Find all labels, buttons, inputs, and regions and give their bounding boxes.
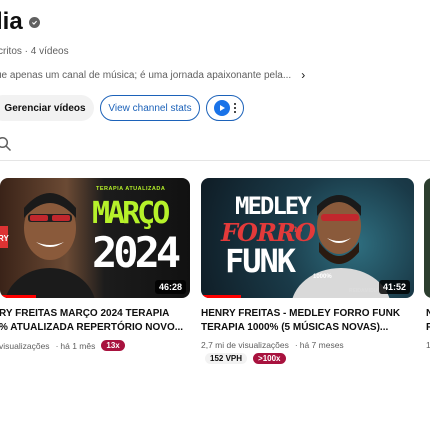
video-thumbnail[interactable]: MEDLEY FORRO hs FUNK 1000% REIDAMIDIA.OP… (201, 178, 414, 298)
thumbnail-month: MARÇO (92, 196, 170, 231)
video-title-line: % ATUALIZADA REPERTÓRIO NOVO... (0, 322, 184, 333)
video-meta: 1 (426, 340, 430, 350)
thumbnail-small: 1000% (313, 274, 332, 280)
vph-badge: 152 VPH (205, 353, 248, 364)
video-title-line: R (426, 322, 430, 333)
outlier-badge: 13x (101, 340, 125, 351)
channel-title: lia (0, 8, 23, 35)
video-thumbnail[interactable] (424, 178, 430, 298)
watch-progress-bar (0, 295, 36, 298)
video-stats: 152 VPH >100x (205, 353, 286, 364)
video-title[interactable]: N R (426, 307, 430, 335)
verified-check-icon (28, 16, 40, 28)
video-age: há 7 meses (299, 340, 344, 350)
video-title-line: N (426, 308, 430, 319)
video-meta: 2,7 mi de visualizações · há 7 meses (201, 340, 344, 350)
search-icon[interactable] (0, 136, 12, 152)
video-title-line: RY FREITAS MARÇO 2024 TERAPIA (0, 308, 170, 319)
video-duration: 41:52 (378, 280, 410, 294)
channel-actions: Gerenciar vídeos View channel stats (0, 95, 244, 121)
more-vert-icon (234, 103, 236, 113)
video-views: visualizações (0, 340, 50, 351)
video-title-line: TERAPIA 1000% (5 MÚSICAS NOVAS)... (201, 322, 389, 333)
chevron-right-icon[interactable]: › (301, 68, 305, 82)
watch-progress-bar (201, 295, 241, 298)
channel-description-text: ue apenas um canal de música; é uma jorn… (0, 69, 292, 81)
outlier-badge: >100x (253, 353, 286, 364)
video-title-line: HENRY FREITAS - MEDLEY FORRO FUNK (201, 308, 401, 319)
extension-menu-button[interactable] (206, 95, 244, 121)
video-thumbnail[interactable]: RY TERAPIA ATUALIZADA MARÇO 2024 46:28 (0, 178, 190, 298)
video-meta: visualizações · há 1 mês 13x (0, 340, 125, 351)
video-title[interactable]: RY FREITAS MARÇO 2024 TERAPIA % ATUALIZA… (0, 307, 183, 335)
thumbnail-line1: MEDLEY (235, 192, 312, 220)
channel-meta: critos · 4 vídeos (0, 46, 69, 57)
separator-dot: · (294, 340, 298, 350)
thumbnail-ampersand: hs (291, 224, 303, 235)
thumbnail-side-text: RY (0, 234, 9, 243)
thumbnail-tag: TERAPIA ATUALIZADA (96, 186, 166, 192)
thumbnail-line3: FUNK (225, 242, 296, 280)
thumbnail-year: 2024 (92, 228, 181, 277)
extension-icon (214, 100, 230, 116)
video-duration: 46:28 (154, 280, 186, 294)
video-title[interactable]: HENRY FREITAS - MEDLEY FORRO FUNK TERAPI… (201, 307, 400, 335)
manage-videos-button[interactable]: Gerenciar vídeos (0, 95, 94, 121)
channel-description[interactable]: ue apenas um canal de música; é uma jorn… (0, 68, 416, 82)
video-age: há 1 mês (60, 340, 96, 351)
view-channel-stats-button[interactable]: View channel stats (100, 95, 200, 121)
video-views: 1 (426, 340, 430, 350)
channel-name: lia (0, 8, 40, 36)
divider (0, 160, 430, 161)
separator-dot: · (55, 340, 59, 351)
video-views: 2,7 mi de visualizações (201, 340, 289, 350)
